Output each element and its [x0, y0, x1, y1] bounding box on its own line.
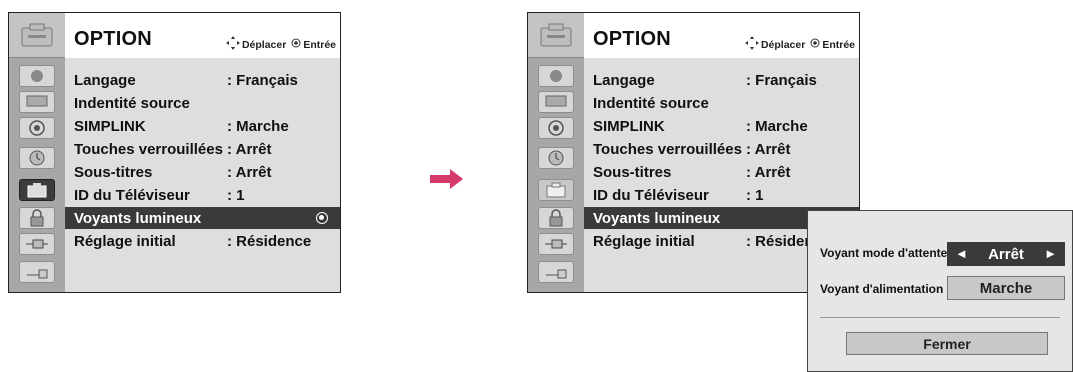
power-led-label: Voyant d'alimentation	[820, 282, 944, 296]
enter-circle-icon	[291, 38, 301, 51]
enter-circle-icon	[316, 212, 328, 224]
item-value: : 1	[227, 187, 245, 204]
menu-header: OPTION Déplacer Entrée	[584, 13, 859, 58]
item-label: Sous-titres	[74, 164, 153, 181]
power-led-value: Marche	[979, 279, 1033, 297]
menu-title: OPTION	[593, 28, 671, 50]
voyants-lumineux-popup: Voyant mode d'attente ◄ Arrêt ► Voyant d…	[807, 210, 1073, 372]
item-value: : Arrêt	[746, 141, 791, 158]
item-label: Touches verrouillées	[74, 141, 223, 158]
category-sidebar	[528, 13, 584, 292]
menu-item-id-televiseur[interactable]: ID du Téléviseur : 1	[584, 184, 859, 206]
item-label: ID du Téléviseur	[593, 187, 709, 204]
item-label: Indentité source	[74, 95, 190, 112]
hint-move-label: Déplacer	[241, 38, 287, 51]
menu-item-langage[interactable]: Langage : Français	[584, 69, 859, 91]
menu-title: OPTION	[74, 28, 152, 50]
standby-led-label: Voyant mode d'attente	[820, 246, 948, 260]
item-value: : 1	[746, 187, 764, 204]
item-value: : Marche	[227, 118, 289, 135]
option-icon[interactable]	[19, 179, 55, 201]
item-label: Sous-titres	[593, 164, 672, 181]
menu-item-simplink[interactable]: SIMPLINK : Marche	[65, 115, 340, 137]
menu-item-voyants-lumineux[interactable]: Voyants lumineux	[65, 207, 340, 229]
item-value: : Marche	[746, 118, 808, 135]
picture-icon[interactable]	[19, 65, 55, 87]
standby-led-selector[interactable]: ◄ Arrêt ►	[947, 242, 1065, 266]
item-label: Réglage initial	[593, 233, 695, 250]
item-label: Indentité source	[593, 95, 709, 112]
screen-icon[interactable]	[19, 91, 55, 113]
option-header-icon	[9, 13, 65, 58]
option-header-icon	[528, 13, 584, 58]
audio-icon[interactable]	[538, 117, 574, 139]
screen-icon[interactable]	[538, 91, 574, 113]
item-value: : Français	[746, 72, 817, 89]
usb-icon[interactable]	[19, 261, 55, 283]
menu-header: OPTION Déplacer Entrée	[65, 13, 340, 58]
item-value: : Français	[227, 72, 298, 89]
move-arrows-icon	[744, 36, 759, 53]
item-label: Langage	[74, 72, 136, 89]
lock-icon[interactable]	[19, 207, 55, 229]
enter-circle-icon	[810, 38, 820, 51]
menu-item-sous-titres[interactable]: Sous-titres : Arrêt	[584, 161, 859, 183]
option-icon[interactable]	[538, 179, 574, 201]
navigation-hint: Déplacer Entrée	[225, 36, 336, 53]
item-label: Réglage initial	[74, 233, 176, 250]
menu-item-sous-titres[interactable]: Sous-titres : Arrêt	[65, 161, 340, 183]
item-label: Langage	[593, 72, 655, 89]
menu-item-list: Langage : Français Indentité source SIMPL…	[65, 58, 340, 292]
item-label: SIMPLINK	[74, 118, 146, 135]
menu-item-reglage-initial[interactable]: Réglage initial : Résidence	[65, 230, 340, 252]
hint-enter-label: Entrée	[822, 38, 855, 51]
audio-icon[interactable]	[19, 117, 55, 139]
hint-enter-label: Entrée	[303, 38, 336, 51]
lock-icon[interactable]	[538, 207, 574, 229]
item-value: : Arrêt	[746, 164, 791, 181]
item-label: SIMPLINK	[593, 118, 665, 135]
power-led-selector[interactable]: Marche	[947, 276, 1065, 300]
time-icon[interactable]	[538, 147, 574, 169]
close-button[interactable]: Fermer	[846, 332, 1048, 355]
category-sidebar	[9, 13, 65, 292]
item-label: ID du Téléviseur	[74, 187, 190, 204]
standby-led-value: Arrêt	[988, 245, 1024, 263]
menu-item-indentite-source[interactable]: Indentité source	[65, 92, 340, 114]
left-arrow-icon[interactable]: ◄	[955, 246, 968, 261]
input-icon[interactable]	[538, 233, 574, 255]
item-value: : Résidence	[227, 233, 312, 250]
right-arrow-icon	[430, 168, 464, 195]
option-menu-before: OPTION Déplacer Entrée Langage : Français…	[8, 12, 341, 293]
picture-icon[interactable]	[538, 65, 574, 87]
menu-item-simplink[interactable]: SIMPLINK : Marche	[584, 115, 859, 137]
menu-item-touches-verrouillees[interactable]: Touches verrouillées: Arrêt	[65, 138, 340, 160]
menu-item-indentite-source[interactable]: Indentité source	[584, 92, 859, 114]
menu-item-touches-verrouillees[interactable]: Touches verrouillées: Arrêt	[584, 138, 859, 160]
divider	[820, 317, 1060, 318]
item-label: Touches verrouillées	[593, 141, 742, 158]
menu-item-id-televiseur[interactable]: ID du Téléviseur : 1	[65, 184, 340, 206]
item-label: Voyants lumineux	[593, 210, 721, 227]
right-arrow-icon[interactable]: ►	[1044, 246, 1057, 261]
move-arrows-icon	[225, 36, 240, 53]
item-value: : Arrêt	[227, 164, 272, 181]
time-icon[interactable]	[19, 147, 55, 169]
menu-item-langage[interactable]: Langage : Français	[65, 69, 340, 91]
hint-move-label: Déplacer	[760, 38, 806, 51]
input-icon[interactable]	[19, 233, 55, 255]
item-label: Voyants lumineux	[74, 210, 202, 227]
item-value: : Arrêt	[227, 141, 272, 158]
navigation-hint: Déplacer Entrée	[744, 36, 855, 53]
usb-icon[interactable]	[538, 261, 574, 283]
